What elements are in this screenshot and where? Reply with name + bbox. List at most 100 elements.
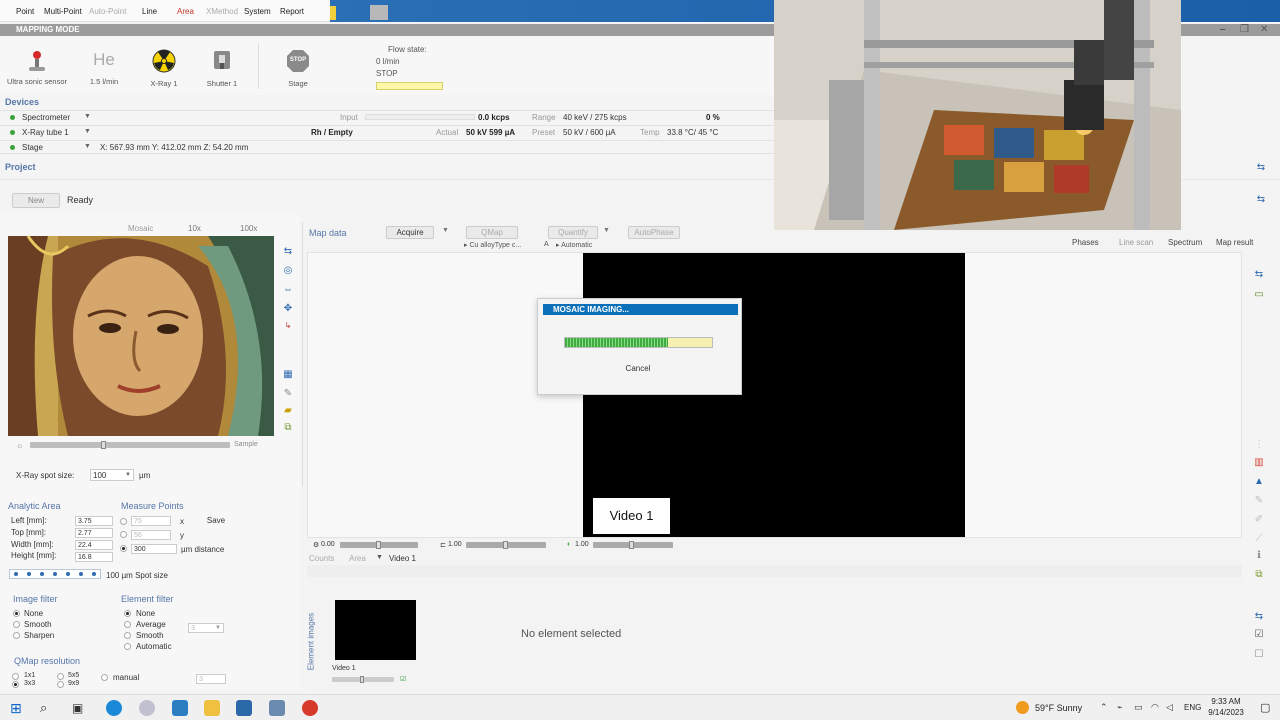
helium-control[interactable]: He 1.5 l/min bbox=[82, 49, 126, 86]
battery-icon[interactable]: ▭ bbox=[1134, 702, 1143, 713]
recorder-icon[interactable] bbox=[302, 700, 318, 716]
stage-control[interactable]: STOP Stage bbox=[276, 49, 320, 88]
chevron-down-icon[interactable]: ▼ bbox=[84, 113, 91, 120]
palette-icon[interactable]: ▥ bbox=[1254, 458, 1264, 468]
clock-date[interactable]: 9/14/2023 bbox=[1203, 708, 1249, 717]
width-input[interactable]: 22.4 bbox=[75, 540, 113, 550]
menu-report[interactable]: Report bbox=[280, 7, 304, 16]
export-icon[interactable]: ⧉ bbox=[1254, 570, 1264, 580]
export-icon[interactable]: ⧉ bbox=[283, 423, 293, 433]
image-slider[interactable] bbox=[30, 442, 230, 448]
spot-size-select[interactable]: 100 ▼ bbox=[90, 469, 134, 481]
thumb-check-icon[interactable]: ☑ bbox=[400, 675, 406, 683]
language-indicator[interactable]: ENG bbox=[1184, 703, 1201, 712]
tab-100x[interactable]: 100x bbox=[240, 224, 257, 233]
swap-icon[interactable]: ⇆ bbox=[1256, 195, 1266, 205]
sub-tab-video[interactable]: Video 1 bbox=[389, 554, 416, 563]
menu-system[interactable]: System bbox=[244, 7, 271, 16]
xray-control[interactable]: X-Ray 1 bbox=[142, 49, 186, 88]
image-slider-thumb[interactable] bbox=[101, 441, 106, 449]
element-filter-none-radio[interactable] bbox=[124, 610, 131, 617]
triangle-icon[interactable]: ▲ bbox=[1254, 477, 1264, 487]
cu-alloy-label[interactable]: ▸ Cu alloyType c... bbox=[464, 241, 521, 249]
tab-10x[interactable]: 10x bbox=[188, 224, 201, 233]
sub-tab-area[interactable]: Area bbox=[349, 554, 366, 563]
edge-icon[interactable] bbox=[106, 700, 122, 716]
save-button[interactable]: Save bbox=[200, 516, 232, 528]
x-radio[interactable] bbox=[120, 518, 127, 525]
contrast-slider-thumb[interactable] bbox=[503, 541, 508, 549]
tab-spectrum[interactable]: Spectrum bbox=[1168, 238, 1202, 247]
shutter-control[interactable]: Shutter 1 bbox=[200, 49, 244, 88]
calculator-icon[interactable] bbox=[172, 700, 188, 716]
volume-icon[interactable]: ◁ bbox=[1166, 702, 1173, 713]
top-input[interactable]: 2.77 bbox=[75, 528, 113, 538]
swap-icon[interactable]: ⇆ bbox=[1256, 163, 1266, 173]
new-button[interactable]: New bbox=[12, 193, 60, 208]
image-filter-none-radio[interactable] bbox=[13, 610, 20, 617]
sample-image[interactable] bbox=[8, 236, 274, 436]
menu-xmethod[interactable]: XMethod bbox=[206, 7, 238, 16]
menu-area[interactable]: Area bbox=[177, 7, 194, 16]
qmap-manual-radio[interactable] bbox=[101, 674, 108, 681]
stage-row[interactable]: Stage ▼ X: 567.93 mm Y: 412.02 mm Z: 54.… bbox=[0, 140, 775, 154]
menu-auto-point[interactable]: Auto-Point bbox=[89, 7, 126, 16]
autophase-button[interactable]: AutoPhase bbox=[628, 226, 680, 239]
spot-size-slider[interactable] bbox=[9, 569, 101, 579]
grid-icon[interactable]: ▦ bbox=[283, 370, 293, 380]
height-input[interactable]: 16.8 bbox=[75, 552, 113, 562]
quantify-chevron-icon[interactable]: ▼ bbox=[603, 227, 610, 234]
app-icon[interactable] bbox=[139, 700, 155, 716]
pick-icon[interactable]: ✎ bbox=[283, 389, 293, 399]
wifi-icon[interactable]: ◠ bbox=[1151, 702, 1159, 713]
qmap-9x9-radio[interactable] bbox=[57, 681, 64, 688]
notifications-icon[interactable]: ▢ bbox=[1260, 701, 1270, 714]
sub-tab-counts[interactable]: Counts bbox=[309, 554, 334, 563]
move-icon[interactable]: ✥ bbox=[283, 304, 293, 314]
y-points-input[interactable]: 56 bbox=[131, 530, 171, 540]
colors-icon[interactable]: ⋮ bbox=[1254, 440, 1264, 450]
swap-icon[interactable]: ⇆ bbox=[1254, 270, 1264, 280]
pick-icon[interactable]: ✎ bbox=[1254, 496, 1264, 506]
qmap-manual-input[interactable]: 3 bbox=[196, 674, 226, 684]
tray-chevron-icon[interactable]: ⌃ bbox=[1100, 702, 1108, 713]
qmap-5x5-radio[interactable] bbox=[57, 673, 64, 680]
camera-icon[interactable]: ◎ bbox=[283, 266, 293, 276]
qmap-1x1-radio[interactable] bbox=[12, 673, 19, 680]
tab-map-result[interactable]: Map result bbox=[1216, 238, 1253, 247]
element-thumbnail[interactable] bbox=[335, 600, 416, 660]
distance-radio[interactable] bbox=[120, 545, 127, 552]
tab-line-scan[interactable]: Line scan bbox=[1119, 238, 1153, 247]
file-explorer-icon[interactable] bbox=[204, 700, 220, 716]
swap-icon[interactable]: ⇆ bbox=[283, 247, 293, 257]
element-filter-automatic-radio[interactable] bbox=[124, 643, 131, 650]
tab-mosaic[interactable]: Mosaic bbox=[128, 224, 153, 233]
cancel-button[interactable]: Cancel bbox=[614, 364, 662, 376]
minimize-button[interactable]: – bbox=[1220, 24, 1226, 36]
distance-input[interactable]: 300 bbox=[131, 544, 177, 554]
brightness-slider-thumb[interactable] bbox=[376, 541, 381, 549]
xray-tube-row[interactable]: X-Ray tube 1 ▼ Rh / Empty Actual 50 kV 5… bbox=[0, 125, 775, 139]
bluetooth-icon[interactable]: ⌁ bbox=[1117, 702, 1122, 713]
left-input[interactable]: 3.75 bbox=[75, 516, 113, 526]
clock-time[interactable]: 9:33 AM bbox=[1208, 697, 1244, 706]
camera-app-icon[interactable] bbox=[269, 700, 285, 716]
quantify-button[interactable]: Quantify bbox=[548, 226, 598, 239]
image-export-icon[interactable]: ▭ bbox=[1254, 290, 1264, 300]
chevron-down-icon[interactable]: ▼ bbox=[84, 143, 91, 150]
checkbox-empty-icon[interactable]: ☐ bbox=[1254, 650, 1264, 660]
x-points-input[interactable]: 75 bbox=[131, 516, 171, 526]
spectrometer-row[interactable]: Spectrometer ▼ Input 0.0 kcps Range 40 k… bbox=[0, 110, 775, 124]
gamma-slider-thumb[interactable] bbox=[629, 541, 634, 549]
xy-icon[interactable]: ↳ bbox=[283, 321, 293, 331]
sun-icon[interactable] bbox=[1016, 701, 1029, 714]
windows-start-icon[interactable]: ⊞ bbox=[10, 700, 22, 717]
menu-line[interactable]: Line bbox=[142, 7, 157, 16]
highlight-icon[interactable]: ▰ bbox=[283, 406, 293, 416]
image-filter-smooth-radio[interactable] bbox=[13, 621, 20, 628]
brush-icon[interactable]: ✐ bbox=[1254, 515, 1264, 525]
element-filter-value[interactable]: 3 ▼ bbox=[188, 623, 224, 633]
mapping-app-icon[interactable] bbox=[236, 700, 252, 716]
menu-multi-point[interactable]: Multi-Point bbox=[44, 7, 82, 16]
close-button[interactable]: ✕ bbox=[1260, 24, 1268, 36]
